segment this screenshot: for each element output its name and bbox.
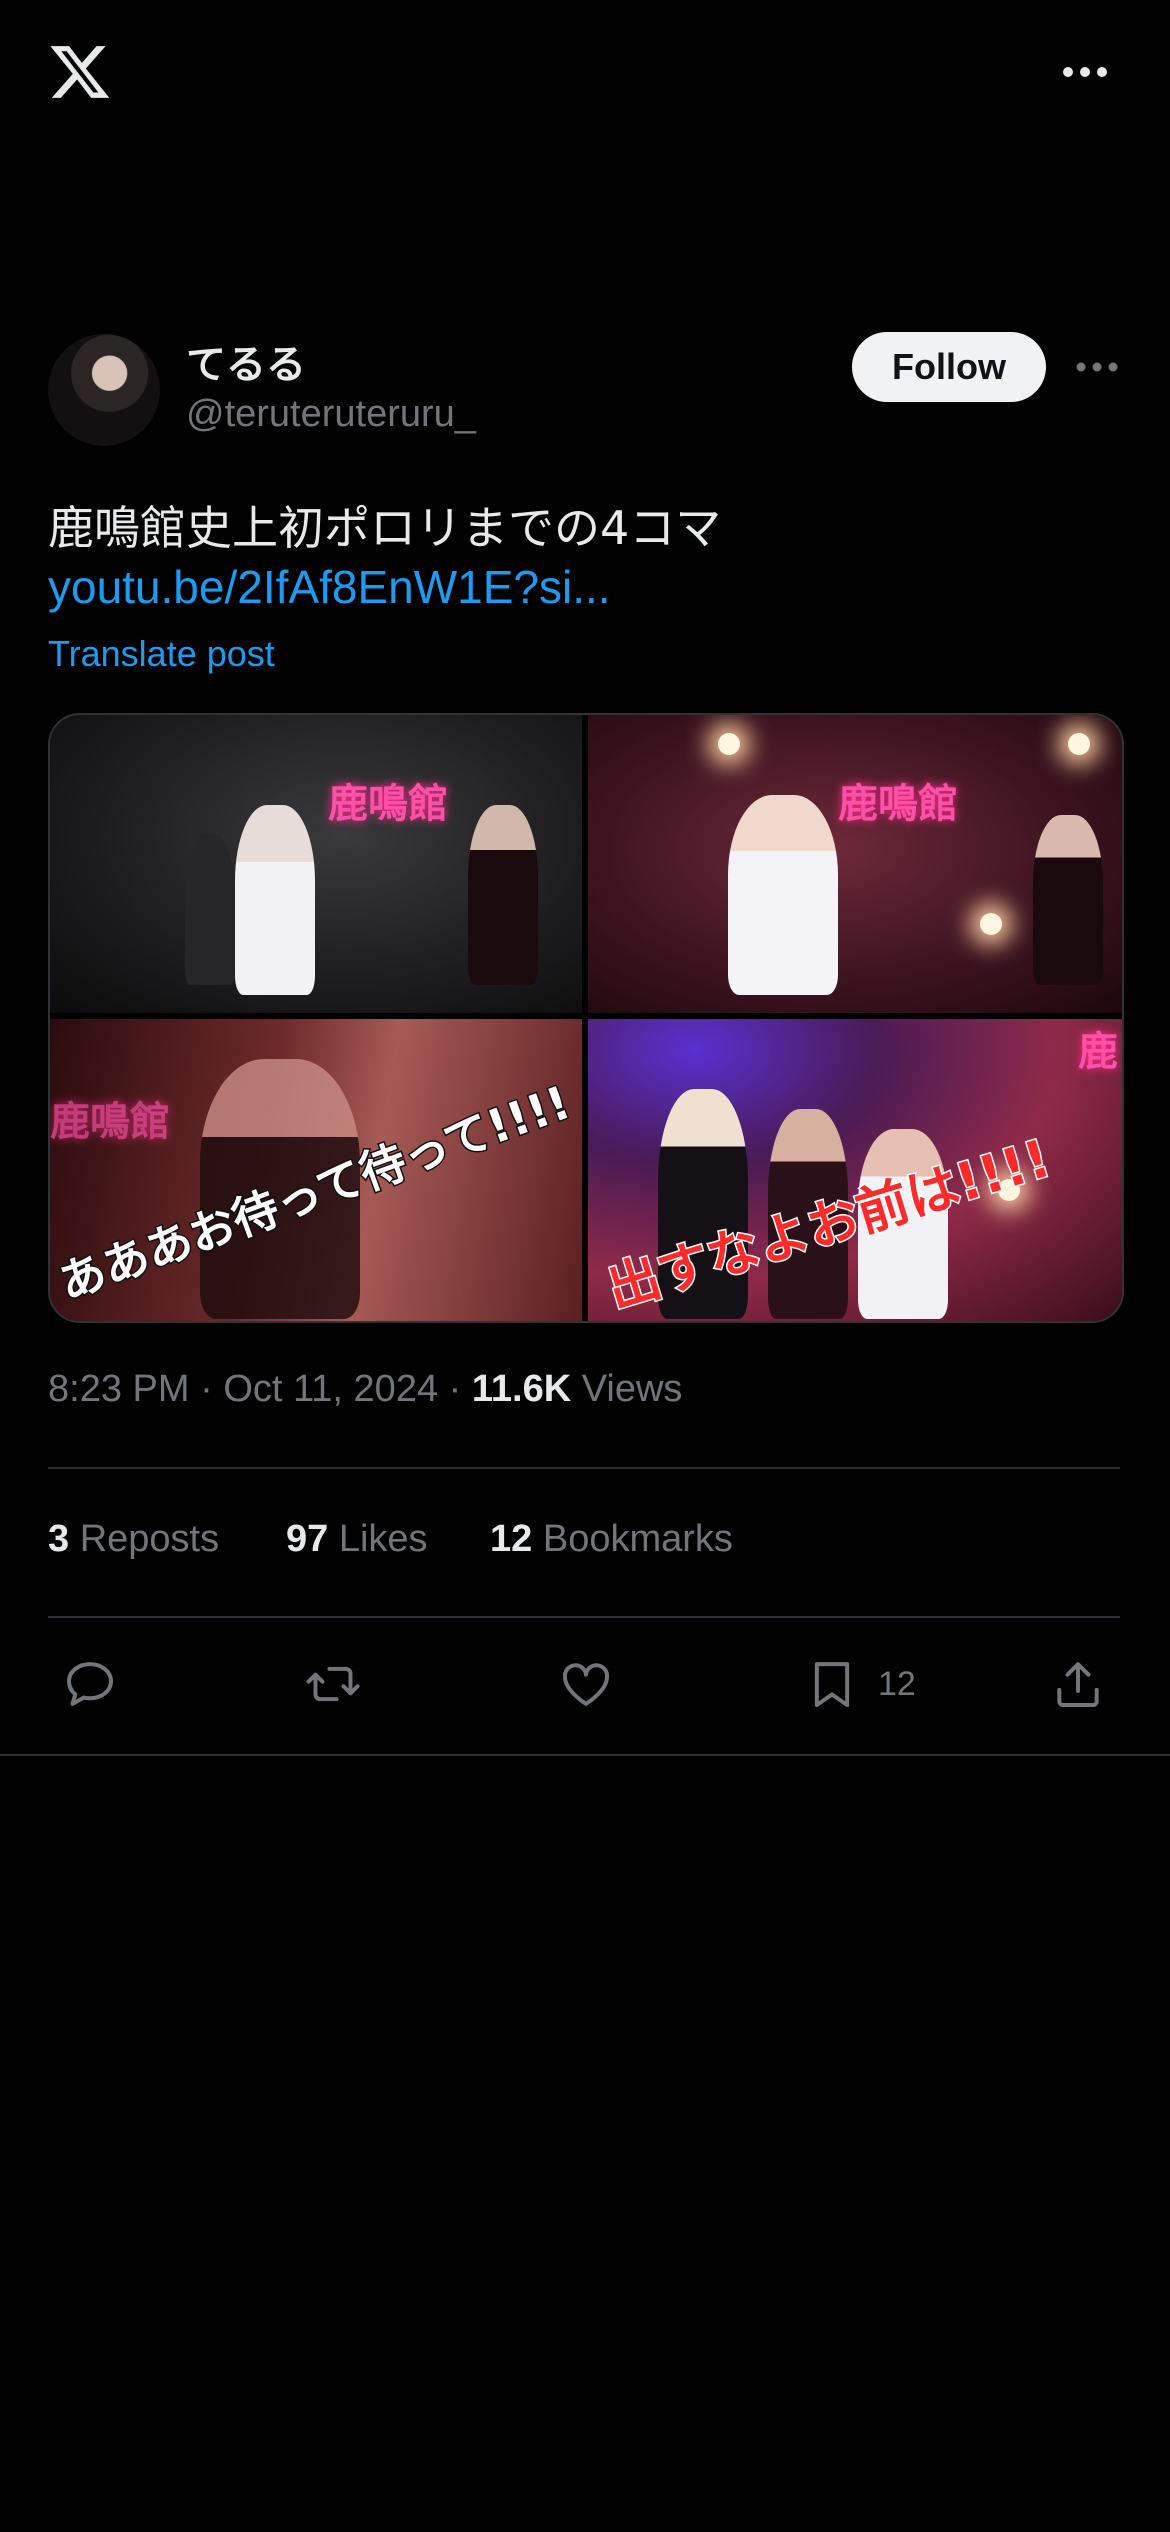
translate-post-link[interactable]: Translate post xyxy=(48,633,275,675)
like-button[interactable] xyxy=(558,1656,614,1712)
likes-label: Likes xyxy=(338,1518,428,1560)
views-count: 11.6K xyxy=(471,1368,572,1410)
display-name[interactable]: てるる xyxy=(186,332,306,390)
post-text: 鹿鳴館史上初ポロリまでの4コマ xyxy=(48,501,722,555)
media-image-1[interactable]: 鹿鳴館 xyxy=(50,715,582,1013)
performer-figure xyxy=(1033,815,1103,985)
divider xyxy=(48,1616,1120,1618)
reposts-count: 3 xyxy=(48,1518,70,1560)
bookmarks-count: 12 xyxy=(490,1518,533,1560)
separator: · xyxy=(448,1368,472,1410)
post-link[interactable]: youtu.be/2IfAf8EnW1E?si... xyxy=(48,560,611,614)
media-grid[interactable]: 鹿鳴館 鹿鳴館 鹿鳴館 あああお待って待って!!!! 鹿 出すなよお前は!!!! xyxy=(48,713,1124,1323)
neon-sign: 鹿鳴館 xyxy=(838,781,958,827)
post-meta: 8:23 PM · Oct 11, 2024 · 11.6K Views xyxy=(48,1368,682,1411)
bookmark-count: 12 xyxy=(878,1664,916,1703)
media-image-3[interactable]: 鹿鳴館 あああお待って待って!!!! xyxy=(50,1019,582,1321)
reposts-label: Reposts xyxy=(79,1518,220,1560)
views-label: Views xyxy=(581,1368,683,1410)
share-icon xyxy=(1057,1662,1099,1707)
more-horizontal-icon[interactable] xyxy=(1060,52,1110,92)
neon-sign: 鹿鳴館 xyxy=(50,1099,170,1145)
user-handle[interactable]: @teruteruteruru_ xyxy=(186,393,476,436)
post-date[interactable]: Oct 11, 2024 xyxy=(223,1368,438,1410)
reply-icon xyxy=(67,1662,113,1706)
divider xyxy=(0,1754,1170,1756)
reposts-stat[interactable]: 3 Reposts xyxy=(48,1518,219,1561)
share-button[interactable] xyxy=(1050,1656,1106,1712)
stage-light xyxy=(1068,733,1090,755)
media-image-4[interactable]: 鹿 出すなよお前は!!!! xyxy=(588,1019,1122,1321)
likes-count: 97 xyxy=(286,1518,329,1560)
x-logo-icon[interactable] xyxy=(46,40,114,104)
performer-figure xyxy=(235,805,315,995)
like-icon xyxy=(563,1663,609,1706)
bookmarks-stat[interactable]: 12 Bookmarks xyxy=(490,1518,733,1561)
stage-light xyxy=(718,733,740,755)
performer-figure xyxy=(468,805,538,985)
media-image-2[interactable]: 鹿鳴館 xyxy=(588,715,1122,1013)
post-time[interactable]: 8:23 PM xyxy=(48,1368,190,1410)
likes-stat[interactable]: 97 Likes xyxy=(286,1518,428,1561)
post-more-icon[interactable] xyxy=(1075,352,1119,382)
neon-sign: 鹿 xyxy=(1078,1029,1118,1075)
divider xyxy=(48,1467,1120,1469)
bookmark-button[interactable]: 12 xyxy=(804,1656,916,1712)
reply-button[interactable] xyxy=(62,1656,118,1712)
performer-figure xyxy=(728,795,838,995)
performer-figure xyxy=(185,835,235,985)
repost-icon xyxy=(306,1666,360,1702)
follow-button[interactable]: Follow xyxy=(852,332,1046,402)
stage-light xyxy=(980,913,1002,935)
repost-button[interactable] xyxy=(305,1656,361,1712)
bookmark-icon xyxy=(814,1662,850,1707)
bookmarks-label: Bookmarks xyxy=(542,1518,733,1560)
neon-sign: 鹿鳴館 xyxy=(328,781,448,827)
separator: · xyxy=(200,1368,224,1410)
avatar[interactable] xyxy=(48,334,160,446)
